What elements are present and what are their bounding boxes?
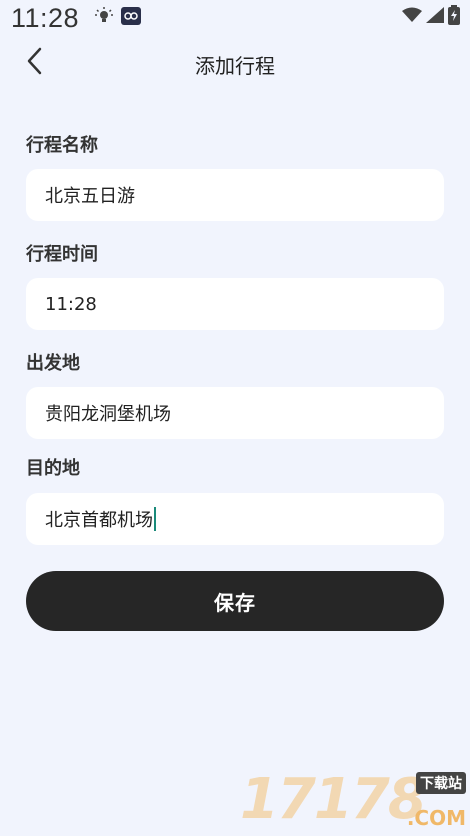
- status-bar: 11:28: [0, 0, 470, 34]
- header: 添加行程: [0, 40, 470, 86]
- watermark-logo: 17178 下载站 .COM: [240, 767, 466, 832]
- status-right-icons: [402, 5, 460, 29]
- status-left-icons: [95, 7, 141, 29]
- origin-value: 贵阳龙洞堡机场: [45, 404, 171, 425]
- battery-icon: [448, 5, 460, 29]
- watermark-digits: 17178: [240, 767, 427, 832]
- signal-icon: [426, 7, 444, 27]
- trip-name-label: 行程名称: [26, 135, 98, 156]
- text-cursor: [154, 507, 156, 531]
- watermark-badge: 下载站: [416, 772, 466, 794]
- page-title: 添加行程: [195, 54, 275, 78]
- destination-label: 目的地: [26, 458, 80, 479]
- save-button[interactable]: 保存: [26, 571, 444, 631]
- origin-input[interactable]: 贵阳龙洞堡机场: [26, 387, 444, 439]
- trip-name-value: 北京五日游: [45, 186, 135, 207]
- trip-name-input[interactable]: 北京五日游: [26, 169, 444, 221]
- watermark-suffix: .COM: [406, 806, 466, 830]
- destination-value: 北京首都机场: [45, 510, 153, 531]
- trip-time-input[interactable]: 11:28: [26, 278, 444, 330]
- trip-time-value: 11:28: [45, 293, 97, 315]
- origin-label: 出发地: [26, 353, 80, 374]
- bulb-icon: [95, 7, 113, 29]
- trip-time-label: 行程时间: [26, 244, 98, 265]
- wifi-icon: [402, 7, 422, 27]
- destination-input[interactable]: 北京首都机场: [26, 493, 444, 545]
- status-time: 11:28: [11, 3, 80, 33]
- app-notification-icon: [121, 7, 141, 29]
